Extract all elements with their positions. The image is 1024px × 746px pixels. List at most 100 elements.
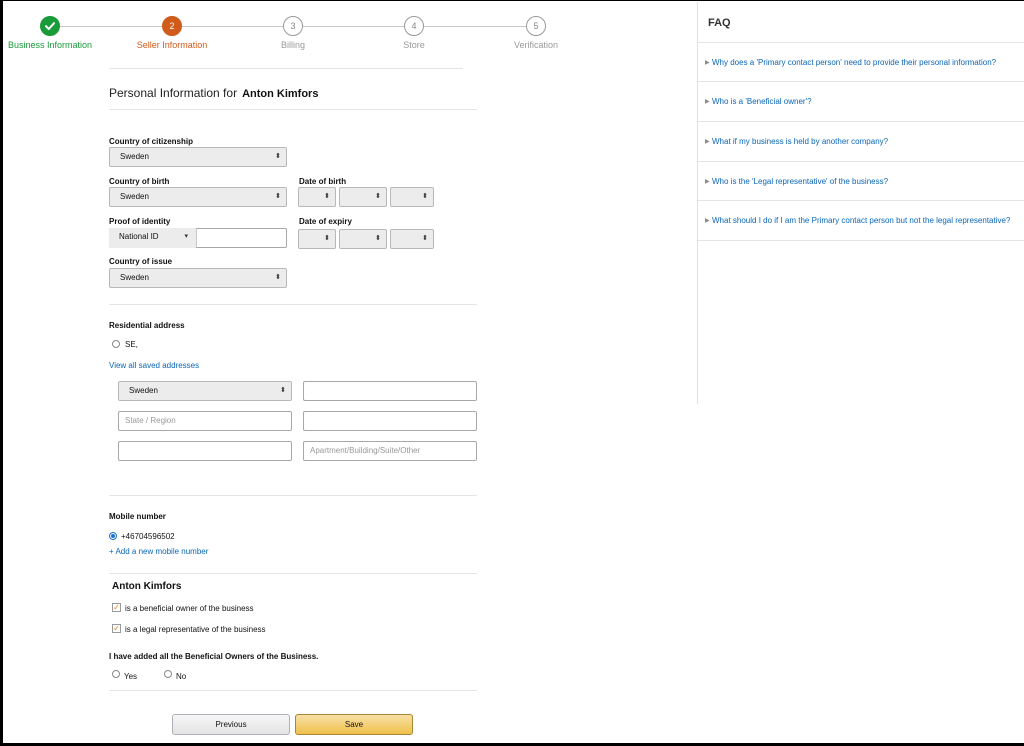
divider [109,495,477,496]
birth-year-select[interactable]: ⬍ [390,187,434,207]
select-value: Sweden [129,386,158,395]
previous-button[interactable]: Previous [172,714,290,735]
step-number: 4 [404,16,424,36]
select-arrows-icon: ⬍ [275,274,281,281]
country-citizenship-select[interactable]: Sweden ⬍ [109,147,287,167]
all-owners-question: I have added all the Beneficial Owners o… [109,652,319,661]
input-placeholder: Apartment/Building/Suite/Other [310,446,421,455]
progress-stepper: Business Information 2 Seller Informatio… [0,0,600,60]
divider [109,109,477,110]
residential-address-label: Residential address [109,321,185,330]
select-value: Sweden [120,192,149,201]
step-store[interactable]: 4 Store [359,16,469,50]
step-label: Verification [513,40,559,50]
step-number: 5 [526,16,546,36]
caret-right-icon: ▶ [705,139,710,145]
faq-question[interactable]: What if my business is held by another c… [712,137,888,146]
no-label: No [176,672,187,681]
caret-right-icon: ▶ [705,99,710,105]
select-arrows-icon: ⬍ [324,235,330,242]
faq-question[interactable]: Who is the 'Legal representative' of the… [712,177,888,186]
select-value: National ID [119,232,159,241]
birth-month-select[interactable]: ⬍ [339,187,387,207]
step-business-information[interactable]: Business Information [0,16,105,50]
input-placeholder: State / Region [125,416,176,425]
expiry-day-select[interactable]: ⬍ [298,229,336,249]
id-type-select[interactable]: National ID ▾ [109,228,197,248]
faq-item[interactable]: ▶ Who is a 'Beneficial owner'? [698,81,1024,121]
address-line-input[interactable] [303,381,477,401]
caret-right-icon: ▶ [705,179,710,185]
address-country-select[interactable]: Sweden ⬍ [118,381,292,401]
mobile-number-radio[interactable] [109,532,117,540]
page-title-text: Personal Information for [109,86,238,100]
step-label: Business Information [7,40,93,50]
select-arrows-icon: ⬍ [275,153,281,160]
select-arrows-icon: ⬍ [375,235,381,242]
expiry-year-select[interactable]: ⬍ [390,229,434,249]
country-birth-select[interactable]: Sweden ⬍ [109,187,287,207]
country-birth-label: Country of birth [109,177,170,186]
beneficial-owner-label: is a beneficial owner of the business [125,604,254,613]
step-verification[interactable]: 5 Verification [481,16,591,50]
select-arrows-icon: ⬍ [280,387,286,394]
city-input[interactable] [303,411,477,431]
faq-item[interactable]: ▶ What if my business is held by another… [698,121,1024,161]
select-value: Sweden [120,273,149,282]
step-billing[interactable]: 3 Billing [238,16,348,50]
expiry-month-select[interactable]: ⬍ [339,229,387,249]
faq-item[interactable]: ▶ What should I do if I am the Primary c… [698,200,1024,240]
faq-question[interactable]: Who is a 'Beneficial owner'? [712,97,812,106]
checkmark-icon [40,16,60,36]
step-label: Seller Information [136,40,208,50]
save-button[interactable]: Save [295,714,413,735]
step-number: 2 [162,16,182,36]
chevron-down-icon: ▾ [184,233,188,240]
divider [698,240,1024,241]
country-citizenship-label: Country of citizenship [109,137,193,146]
legal-representative-label: is a legal representative of the busines… [125,625,266,634]
divider [109,304,477,305]
yes-label: Yes [124,672,138,681]
mobile-number-label: Mobile number [109,512,166,521]
divider [109,68,463,69]
beneficial-owner-checkbox[interactable]: ✓ [112,603,121,612]
select-arrows-icon: ⬍ [324,193,330,200]
proof-identity-label: Proof of identity [109,217,171,226]
proof-identity-field[interactable]: National ID ▾ [109,228,287,248]
mobile-number-value: +46704596502 [121,532,175,541]
saved-address-radio[interactable] [112,340,120,348]
add-mobile-number-link[interactable]: + Add a new mobile number [109,547,208,556]
view-saved-addresses-link[interactable]: View all saved addresses [109,361,199,370]
postal-code-input[interactable] [118,441,292,461]
birth-day-select[interactable]: ⬍ [298,187,336,207]
saved-address-text: SE, [125,340,138,349]
select-arrows-icon: ⬍ [422,235,428,242]
select-value: Sweden [120,152,149,161]
faq-panel: FAQ ▶ Why does a 'Primary contact person… [697,2,1024,404]
faq-title: FAQ [708,17,731,29]
owner-name: Anton Kimfors [112,581,182,592]
caret-right-icon: ▶ [705,218,710,224]
faq-item[interactable]: ▶ Who is the 'Legal representative' of t… [698,161,1024,201]
apartment-input[interactable]: Apartment/Building/Suite/Other [303,441,477,461]
faq-question[interactable]: What should I do if I am the Primary con… [712,216,1010,225]
step-number: 3 [283,16,303,36]
page-title: Personal Information for Anton Kimfors [109,86,318,100]
country-issue-label: Country of issue [109,257,173,266]
person-name: Anton Kimfors [242,88,319,100]
yes-radio[interactable] [112,670,120,678]
faq-item[interactable]: ▶ Why does a 'Primary contact person' ne… [698,42,1024,82]
divider [109,690,477,691]
legal-representative-checkbox[interactable]: ✓ [112,624,121,633]
step-seller-information[interactable]: 2 Seller Information [117,16,227,50]
date-birth-label: Date of birth [299,177,347,186]
select-arrows-icon: ⬍ [275,193,281,200]
country-issue-select[interactable]: Sweden ⬍ [109,268,287,288]
no-radio[interactable] [164,670,172,678]
caret-right-icon: ▶ [705,60,710,66]
select-arrows-icon: ⬍ [422,193,428,200]
state-region-input[interactable]: State / Region [118,411,292,431]
select-arrows-icon: ⬍ [375,193,381,200]
faq-question[interactable]: Why does a 'Primary contact person' need… [712,58,996,67]
